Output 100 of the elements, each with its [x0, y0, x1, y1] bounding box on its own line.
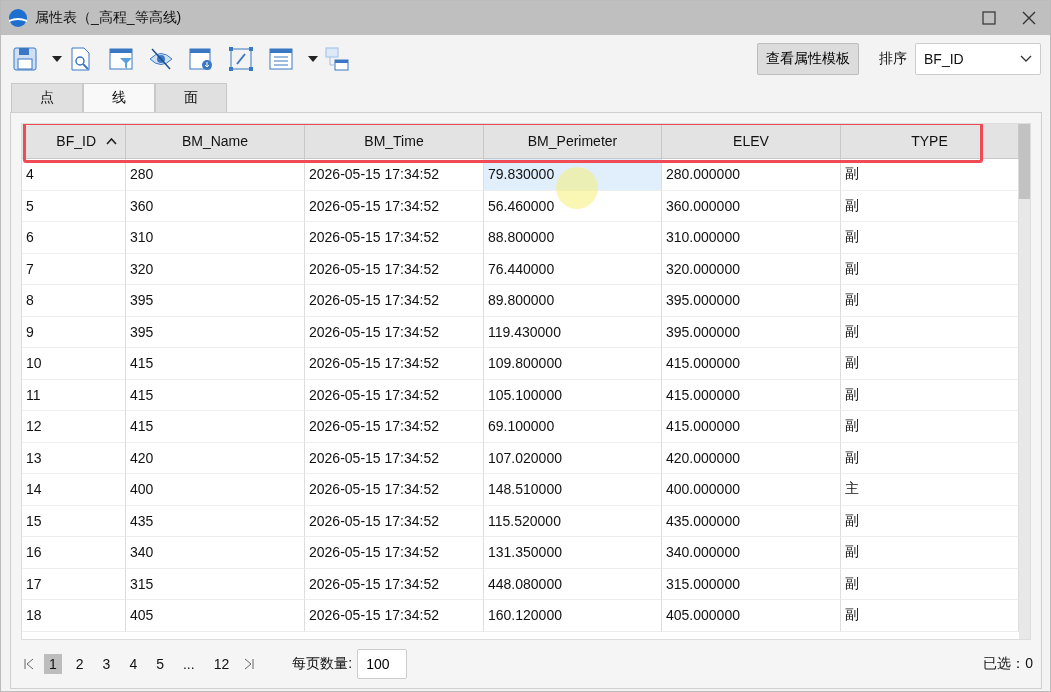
table-cell: 360 [126, 190, 305, 222]
table-cell: 310 [126, 222, 305, 254]
table-cell: 109.800000 [484, 348, 662, 380]
linked-windows-icon[interactable] [324, 46, 350, 72]
table-cell: 340 [126, 537, 305, 569]
close-icon[interactable] [1022, 11, 1036, 25]
table-cell: 2026-05-15 17:34:52 [305, 316, 484, 348]
table-cell: 415.000000 [662, 348, 841, 380]
table-cell: 420 [126, 442, 305, 474]
page-link[interactable]: 5 [151, 654, 169, 674]
chevron-down-icon [1020, 55, 1032, 63]
hide-eye-icon[interactable] [148, 46, 174, 72]
table-cell: 15 [22, 505, 126, 537]
page-link[interactable]: 4 [124, 654, 143, 674]
table-cell: 395.000000 [662, 316, 841, 348]
sort-dropdown[interactable]: BF_ID [915, 43, 1041, 75]
app-logo-icon [7, 8, 29, 28]
scrollbar[interactable] [1019, 124, 1030, 639]
table-cell: 5 [22, 190, 126, 222]
tab[interactable]: 点 [11, 83, 83, 112]
table-cell: 2026-05-15 17:34:52 [305, 379, 484, 411]
table-cell: 4 [22, 159, 126, 191]
table-cell: 315 [126, 568, 305, 600]
table-cell: 107.020000 [484, 442, 662, 474]
table-cell: 2026-05-15 17:34:52 [305, 348, 484, 380]
table-cell: 435 [126, 505, 305, 537]
click-highlight [556, 167, 598, 209]
page-link[interactable]: ... [178, 654, 200, 674]
caret-icon[interactable] [308, 56, 318, 62]
table-cell: 415.000000 [662, 411, 841, 443]
column-header[interactable]: BM_Name [126, 124, 305, 159]
last-page-icon[interactable] [243, 658, 256, 670]
table-cell: 131.350000 [484, 537, 662, 569]
table-cell: 415 [126, 379, 305, 411]
table-cell: 415 [126, 348, 305, 380]
page-link[interactable]: 3 [97, 654, 116, 674]
column-header[interactable]: ELEV [662, 124, 841, 159]
table-cell: 17 [22, 568, 126, 600]
page-size-label: 每页数量: [292, 655, 353, 673]
first-page-icon[interactable] [23, 658, 35, 670]
table-cell: 400.000000 [662, 474, 841, 506]
table-cell: 79.830000 [484, 159, 662, 191]
column-header[interactable]: BM_Time [305, 124, 484, 159]
table-cell: 448.080000 [484, 568, 662, 600]
table-cell: 360.000000 [662, 190, 841, 222]
table-cell: 8 [22, 285, 126, 317]
table-cell: 76.440000 [484, 253, 662, 285]
table-cell: 405.000000 [662, 600, 841, 632]
table-cell: 280.000000 [662, 159, 841, 191]
table-cell: 2026-05-15 17:34:52 [305, 411, 484, 443]
table-cell: 2026-05-15 17:34:52 [305, 253, 484, 285]
table-cell: 69.100000 [484, 411, 662, 443]
table-cell: 320.000000 [662, 253, 841, 285]
table-cell: 16 [22, 537, 126, 569]
tab[interactable]: 线 [83, 83, 155, 112]
column-header[interactable]: TYPE [841, 124, 1019, 159]
page-link[interactable]: 2 [70, 654, 89, 674]
table-cell: 89.800000 [484, 285, 662, 317]
table-cell: 435.000000 [662, 505, 841, 537]
table-cell: 9 [22, 316, 126, 348]
table-download-icon[interactable] [188, 46, 214, 72]
table-cell: 115.520000 [484, 505, 662, 537]
table-cell: 2026-05-15 17:34:52 [305, 600, 484, 632]
tab[interactable]: 面 [155, 83, 227, 112]
table-cell: 2026-05-15 17:34:52 [305, 505, 484, 537]
edit-shape-icon[interactable] [228, 46, 254, 72]
table-cell: 2026-05-15 17:34:52 [305, 222, 484, 254]
column-header[interactable]: BM_Perimeter [484, 124, 662, 159]
table-cell: 400 [126, 474, 305, 506]
sort-label: 排序 [879, 50, 907, 68]
save-icon[interactable] [12, 46, 38, 72]
table-cell: 18 [22, 600, 126, 632]
table-cell: 320 [126, 253, 305, 285]
list-icon[interactable] [268, 46, 294, 72]
page-size-field[interactable]: 100 [357, 649, 408, 679]
page-link[interactable]: 12 [208, 654, 235, 674]
table-cell: 56.460000 [484, 190, 662, 222]
table-cell: 405 [126, 600, 305, 632]
table-cell: 119.430000 [484, 316, 662, 348]
table-cell: 88.800000 [484, 222, 662, 254]
table-cell: 420.000000 [662, 442, 841, 474]
table-cell: 6 [22, 222, 126, 254]
caret-icon[interactable] [52, 56, 62, 62]
table-cell: 2026-05-15 17:34:52 [305, 474, 484, 506]
table-cell: 13 [22, 442, 126, 474]
template-button[interactable]: 查看属性模板 [757, 43, 859, 75]
page-link[interactable]: 1 [44, 654, 62, 674]
window-title: 属性表（_高程_等高线) [35, 9, 182, 27]
table-cell: 2026-05-15 17:34:52 [305, 537, 484, 569]
table-cell: 415 [126, 411, 305, 443]
table-cell: 395 [126, 285, 305, 317]
maximize-icon[interactable] [982, 11, 996, 25]
table-cell: 12 [22, 411, 126, 443]
table-cell: 395 [126, 316, 305, 348]
table-cell: 11 [22, 379, 126, 411]
filter-table-icon[interactable] [108, 46, 134, 72]
table-cell: 14 [22, 474, 126, 506]
table-cell: 160.120000 [484, 600, 662, 632]
column-header[interactable]: BF_ID [22, 124, 126, 159]
table-cell: 2026-05-15 17:34:52 [305, 568, 484, 600]
